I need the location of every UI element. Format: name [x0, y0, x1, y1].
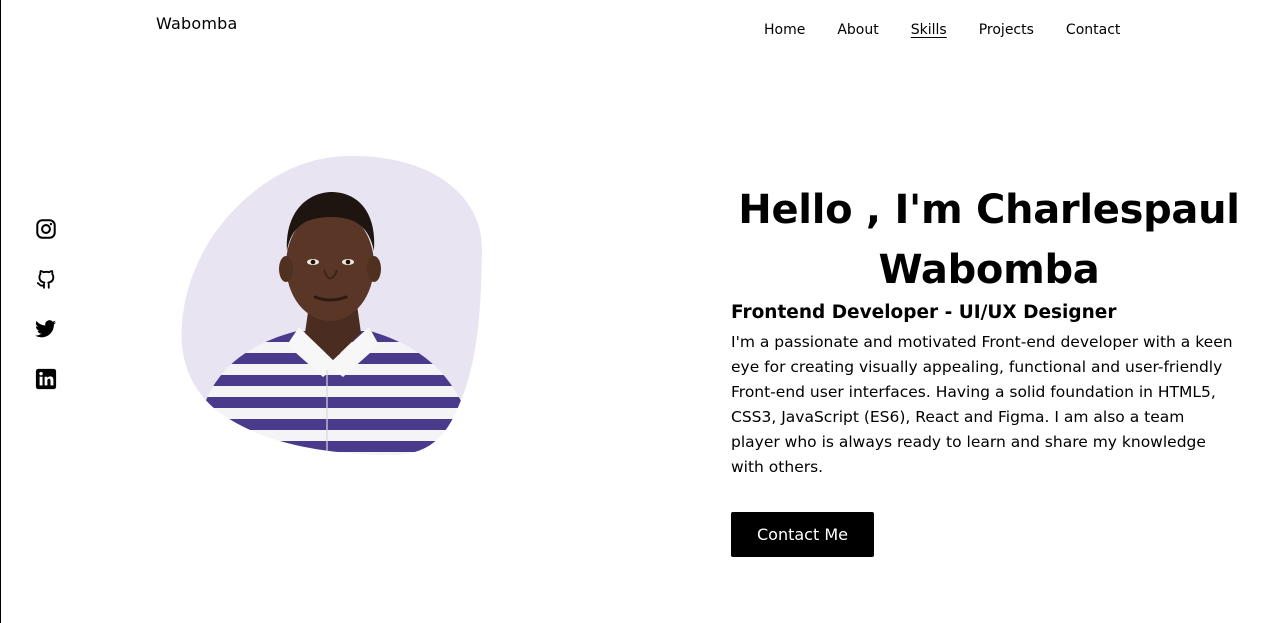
brand-logo[interactable]: Wabomba	[156, 14, 238, 33]
profile-photo	[181, 155, 483, 455]
hero-bio: I'm a passionate and motivated Front-end…	[731, 333, 1233, 476]
social-links	[35, 218, 57, 390]
linkedin-icon[interactable]	[35, 368, 57, 390]
github-icon[interactable]	[35, 268, 57, 290]
nav-about[interactable]: About	[837, 22, 878, 38]
main-nav: Home About Skills Projects Contact	[764, 22, 1120, 38]
nav-skills[interactable]: Skills	[911, 22, 947, 38]
hero-title: Hello , I'm Charlespaul Wabomba	[738, 187, 1240, 293]
nav-projects[interactable]: Projects	[979, 22, 1034, 38]
nav-contact[interactable]: Contact	[1066, 22, 1120, 38]
nav-home[interactable]: Home	[764, 22, 805, 38]
contact-me-button[interactable]: Contact Me	[731, 512, 874, 557]
page: Wabomba Home About Skills Projects Conta…	[0, 0, 1276, 623]
hero-subtitle: Frontend Developer - UI/UX Designer	[731, 302, 1117, 323]
twitter-icon[interactable]	[35, 318, 57, 340]
instagram-icon[interactable]	[35, 218, 57, 240]
